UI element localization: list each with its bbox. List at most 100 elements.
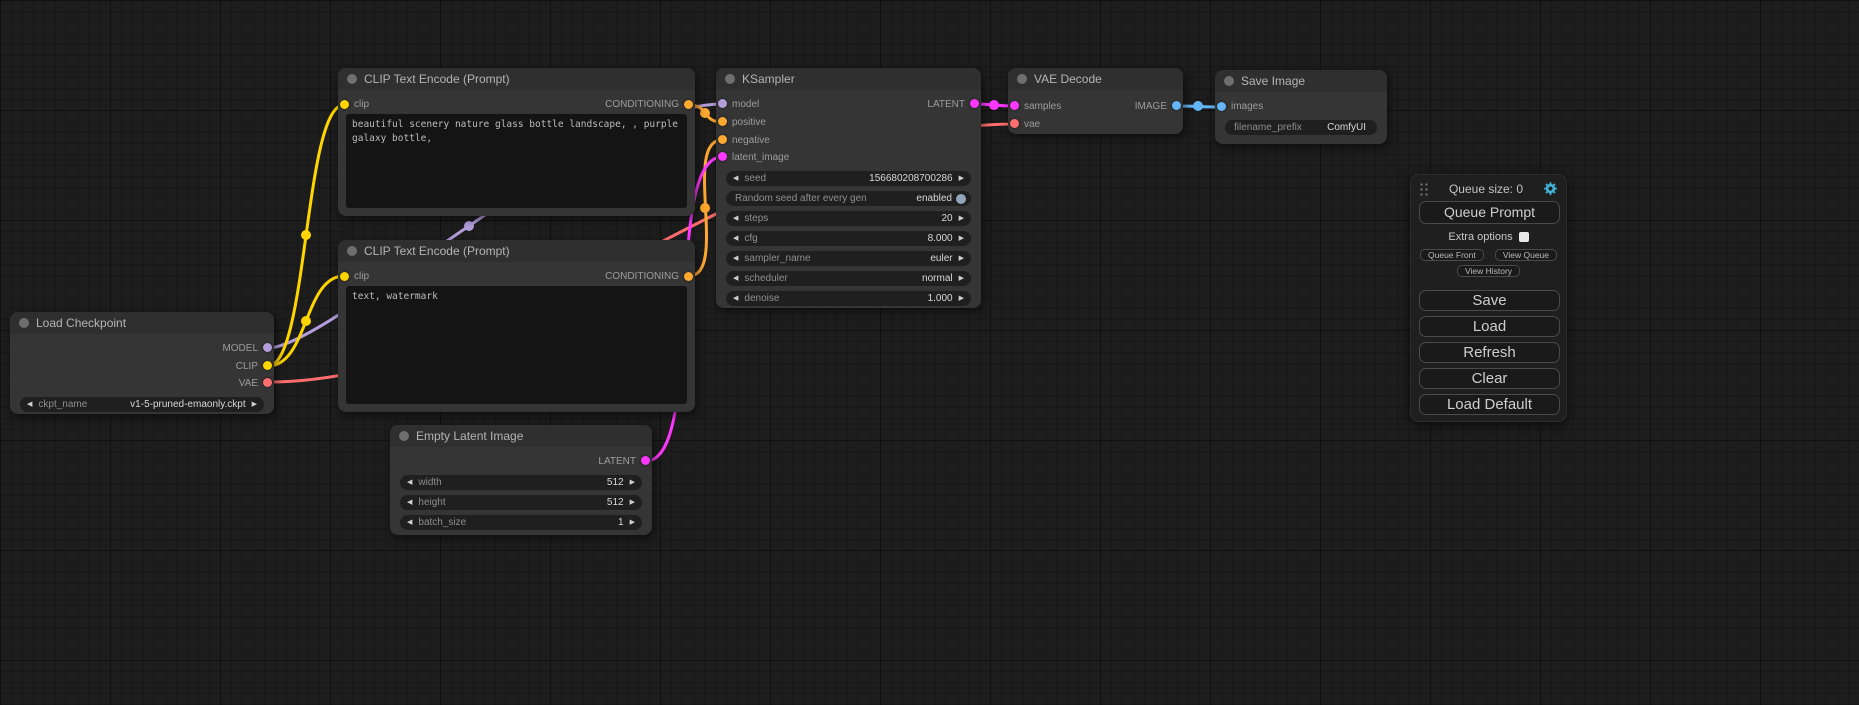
negative-prompt-textarea[interactable]: text, watermark (346, 286, 687, 404)
increment-arrow-icon[interactable]: ▶ (959, 211, 964, 226)
model-input-dot[interactable] (718, 99, 727, 108)
node-clip-text-encode-positive[interactable]: CLIP Text Encode (Prompt) clip CONDITION… (338, 68, 695, 216)
node-ksampler[interactable]: KSampler model LATENT positive negative … (716, 68, 981, 308)
node-collapse-dot[interactable] (399, 431, 409, 441)
node-collapse-dot[interactable] (19, 318, 29, 328)
widget-value: 8.000 (928, 233, 953, 244)
increment-arrow-icon[interactable]: ▶ (630, 495, 635, 510)
node-load-checkpoint[interactable]: Load Checkpoint MODEL CLIP VAE ◀ ckpt_na… (10, 312, 274, 414)
height-widget[interactable]: ◀ height 512 ▶ (400, 495, 642, 510)
steps-widget[interactable]: ◀ steps 20 ▶ (726, 211, 971, 226)
extra-options-checkbox[interactable] (1519, 232, 1529, 242)
slot-row: clip CONDITIONING (338, 267, 695, 285)
output-slot-clip: CLIP (10, 357, 274, 375)
extra-options-label: Extra options (1448, 231, 1512, 243)
node-collapse-dot[interactable] (1017, 74, 1027, 84)
vae-output-dot[interactable] (263, 378, 272, 387)
conditioning-output-dot[interactable] (684, 272, 693, 281)
decrement-arrow-icon[interactable]: ◀ (407, 495, 412, 510)
clip-negative-title-bar[interactable]: CLIP Text Encode (Prompt) (338, 240, 695, 262)
image-output-dot[interactable] (1172, 101, 1181, 110)
increment-arrow-icon[interactable]: ▶ (630, 515, 635, 530)
increment-arrow-icon[interactable]: ▶ (959, 171, 964, 186)
comfy-menu-panel[interactable]: Queue size: 0 Queue Prompt Extra options… (1410, 174, 1567, 422)
cfg-widget[interactable]: ◀ cfg 8.000 ▶ (726, 231, 971, 246)
refresh-button[interactable]: Refresh (1419, 342, 1560, 363)
decrement-arrow-icon[interactable]: ◀ (733, 211, 738, 226)
latent-output-dot[interactable] (641, 456, 650, 465)
widget-value: v1-5-pruned-emaonly.ckpt (130, 399, 245, 410)
decrement-arrow-icon[interactable]: ◀ (733, 231, 738, 246)
load-default-button[interactable]: Load Default (1419, 394, 1560, 415)
increment-arrow-icon[interactable]: ▶ (959, 291, 964, 306)
slot-label-model: MODEL (222, 343, 258, 354)
view-queue-button[interactable]: View Queue (1495, 249, 1557, 261)
conditioning-output-dot[interactable] (684, 100, 693, 109)
load-button[interactable]: Load (1419, 316, 1560, 337)
node-collapse-dot[interactable] (725, 74, 735, 84)
queue-front-button[interactable]: Queue Front (1420, 249, 1484, 261)
latent-image-input-dot[interactable] (718, 152, 727, 161)
empty-latent-title-bar[interactable]: Empty Latent Image (390, 425, 652, 447)
ksampler-title-bar[interactable]: KSampler (716, 68, 981, 90)
positive-prompt-textarea[interactable]: beautiful scenery nature glass bottle la… (346, 114, 687, 208)
node-clip-text-encode-negative[interactable]: CLIP Text Encode (Prompt) clip CONDITION… (338, 240, 695, 412)
vae-decode-title-bar[interactable]: VAE Decode (1008, 68, 1183, 90)
widget-label: scheduler (744, 273, 787, 284)
increment-arrow-icon[interactable]: ▶ (630, 475, 635, 490)
positive-input-dot[interactable] (718, 117, 727, 126)
random-seed-toggle-widget[interactable]: Random seed after every gen enabled (726, 191, 971, 206)
clip-output-dot[interactable] (263, 361, 272, 370)
node-vae-decode[interactable]: VAE Decode samples IMAGE vae (1008, 68, 1183, 134)
decrement-arrow-icon[interactable]: ◀ (733, 171, 738, 186)
slot-row: model LATENT (716, 95, 981, 113)
widget-label: ckpt_name (38, 399, 87, 410)
drag-handle-icon[interactable] (1419, 182, 1429, 196)
widget-value: enabled (916, 193, 952, 204)
prev-value-arrow-icon[interactable]: ◀ (27, 397, 32, 412)
decrement-arrow-icon[interactable]: ◀ (733, 291, 738, 306)
sampler-name-widget[interactable]: ◀ sampler_name euler ▶ (726, 251, 971, 266)
clip-input-dot[interactable] (340, 100, 349, 109)
prev-value-arrow-icon[interactable]: ◀ (733, 251, 738, 266)
clip-positive-title-bar[interactable]: CLIP Text Encode (Prompt) (338, 68, 695, 90)
save-image-title-bar[interactable]: Save Image (1215, 70, 1387, 92)
node-empty-latent-image[interactable]: Empty Latent Image LATENT ◀ width 512 ▶ … (390, 425, 652, 535)
node-collapse-dot[interactable] (347, 74, 357, 84)
decrement-arrow-icon[interactable]: ◀ (407, 475, 412, 490)
decrement-arrow-icon[interactable]: ◀ (407, 515, 412, 530)
clear-button[interactable]: Clear (1419, 368, 1560, 389)
denoise-widget[interactable]: ◀ denoise 1.000 ▶ (726, 291, 971, 306)
filename-prefix-widget[interactable]: filename_prefix ComfyUI (1225, 120, 1377, 135)
model-output-dot[interactable] (263, 343, 272, 352)
settings-gear-icon[interactable] (1543, 181, 1558, 196)
width-widget[interactable]: ◀ width 512 ▶ (400, 475, 642, 490)
widget-label: width (418, 477, 441, 488)
vae-input-dot[interactable] (1010, 119, 1019, 128)
scheduler-widget[interactable]: ◀ scheduler normal ▶ (726, 271, 971, 286)
slot-row: samples IMAGE (1008, 97, 1183, 115)
latent-output-dot[interactable] (970, 99, 979, 108)
load-checkpoint-title-bar[interactable]: Load Checkpoint (10, 312, 274, 334)
prev-value-arrow-icon[interactable]: ◀ (733, 271, 738, 286)
widget-value: euler (930, 253, 952, 264)
toggle-knob[interactable] (956, 194, 966, 204)
increment-arrow-icon[interactable]: ▶ (959, 231, 964, 246)
queue-prompt-button[interactable]: Queue Prompt (1419, 201, 1560, 224)
seed-widget[interactable]: ◀ seed 156680208700286 ▶ (726, 171, 971, 186)
ckpt-name-widget[interactable]: ◀ ckpt_name v1-5-pruned-emaonly.ckpt ▶ (20, 397, 264, 412)
batch-size-widget[interactable]: ◀ batch_size 1 ▶ (400, 515, 642, 530)
view-history-button[interactable]: View History (1457, 265, 1520, 277)
negative-input-dot[interactable] (718, 135, 727, 144)
node-save-image[interactable]: Save Image images filename_prefix ComfyU… (1215, 70, 1387, 144)
node-collapse-dot[interactable] (347, 246, 357, 256)
node-collapse-dot[interactable] (1224, 76, 1234, 86)
samples-input-dot[interactable] (1010, 101, 1019, 110)
next-value-arrow-icon[interactable]: ▶ (959, 271, 964, 286)
images-input-dot[interactable] (1217, 102, 1226, 111)
clip-input-dot[interactable] (340, 272, 349, 281)
save-button[interactable]: Save (1419, 290, 1560, 311)
next-value-arrow-icon[interactable]: ▶ (959, 251, 964, 266)
graph-canvas[interactable]: Load Checkpoint MODEL CLIP VAE ◀ ckpt_na… (0, 0, 1859, 705)
next-value-arrow-icon[interactable]: ▶ (252, 397, 257, 412)
